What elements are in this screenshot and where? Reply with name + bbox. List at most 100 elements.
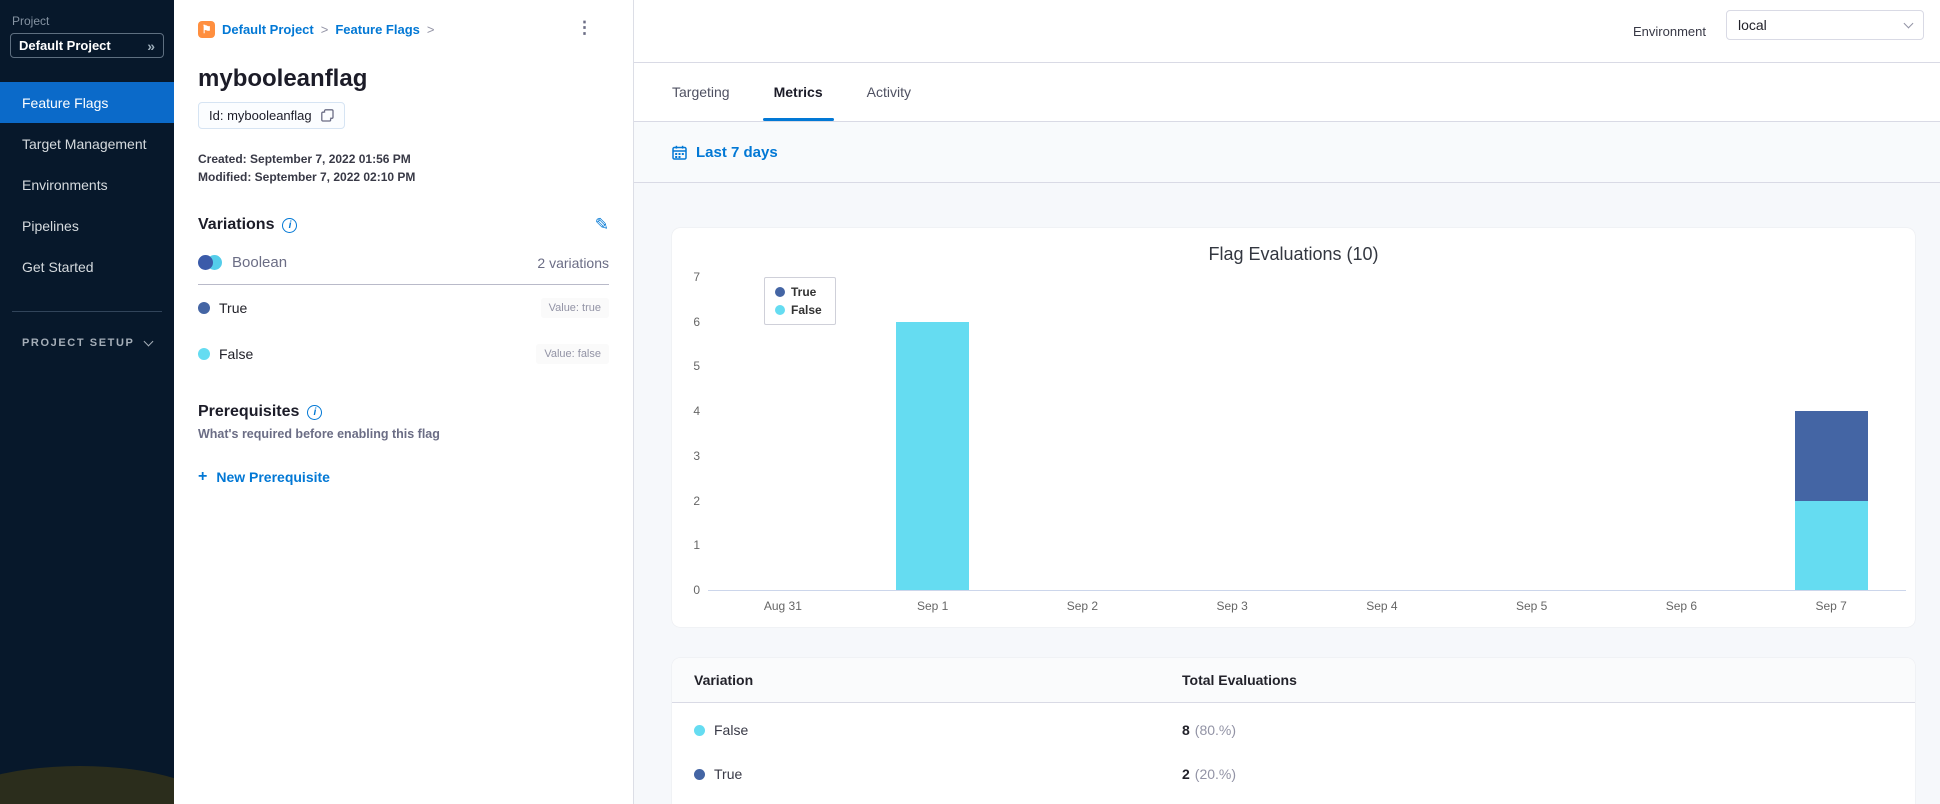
- flag-created-date: Created: September 7, 2022 01:56 PM: [198, 152, 411, 166]
- metrics-panel: Environment local Targeting Metrics Activi…: [634, 0, 1940, 804]
- tab-targeting[interactable]: Targeting: [672, 63, 730, 121]
- bar-segment-true-sep-7[interactable]: [1794, 411, 1868, 501]
- sidebar: Project Default Project » Feature Flags T…: [0, 0, 174, 804]
- y-axis-tick: 5: [693, 359, 700, 374]
- variation-row-false: False Value: false: [198, 331, 609, 377]
- legend-label: False: [791, 303, 822, 317]
- variation-name: True: [714, 766, 743, 782]
- legend-label: True: [791, 285, 817, 299]
- variation-color-dot: [694, 724, 705, 736]
- sidebar-item-get-started[interactable]: Get Started: [0, 246, 174, 287]
- prerequisites-subtitle: What's required before enabling this fla…: [198, 427, 440, 441]
- x-axis-label: Sep 3: [1216, 599, 1248, 613]
- prerequisites-heading: Prerequisites i: [198, 403, 323, 421]
- table-body: False 8 (80.%) True 2 (20.%): [672, 703, 1915, 796]
- x-axis-label: Aug 31: [763, 599, 802, 613]
- boolean-type-icon: [198, 255, 222, 270]
- flag-modified-date: Modified: September 7, 2022 02:10 PM: [198, 170, 416, 184]
- prerequisites-info-icon[interactable]: i: [307, 404, 323, 420]
- x-axis-label: Sep 6: [1665, 599, 1698, 613]
- flag-options-menu-button[interactable]: ⋮: [576, 18, 593, 38]
- environment-label: Environment: [1633, 24, 1706, 39]
- variation-name: True: [219, 300, 248, 316]
- environment-select[interactable]: local: [1726, 10, 1924, 40]
- project-selector[interactable]: Default Project »: [10, 33, 164, 58]
- evaluation-count: 2: [1182, 766, 1190, 782]
- environment-select-value: local: [1738, 17, 1767, 33]
- project-setup-section[interactable]: PROJECT SETUP: [22, 336, 154, 349]
- variation-value-badge: Value: true: [540, 298, 609, 318]
- y-axis-tick: 0: [693, 583, 700, 597]
- y-axis-tick: 1: [693, 538, 700, 553]
- sidebar-nav: Feature Flags Target Management Environmen…: [0, 82, 174, 287]
- flag-tabs: Targeting Metrics Activity: [634, 63, 1940, 122]
- sidebar-item-pipelines[interactable]: Pipelines: [0, 205, 174, 246]
- y-axis-tick: 2: [693, 493, 700, 508]
- environment-header: Environment local: [634, 0, 1940, 63]
- breadcrumb-links: Default Project > Feature Flags >: [222, 22, 434, 37]
- table-cell-variation: False: [672, 722, 1182, 738]
- evaluations-table-card: Variation Total Evaluations False 8 (80.%)…: [672, 658, 1915, 804]
- tab-metrics[interactable]: Metrics: [762, 63, 834, 121]
- variation-color-dot: [198, 302, 210, 314]
- project-label: Project: [12, 14, 50, 28]
- copy-icon[interactable]: [320, 109, 334, 122]
- breadcrumb-separator: >: [426, 22, 435, 37]
- legend-item-false[interactable]: False: [775, 303, 822, 317]
- sidebar-item-environments[interactable]: Environments: [0, 164, 174, 205]
- bar-segment-false-sep-7[interactable]: [1794, 500, 1868, 590]
- y-axis-tick: 6: [693, 314, 700, 329]
- evaluation-percent: (20.%): [1194, 766, 1237, 782]
- table-header-row: Variation Total Evaluations: [672, 658, 1915, 703]
- variation-count: 2 variations: [537, 254, 609, 271]
- chart-legend: True False: [764, 277, 836, 325]
- flag-dates: Created: September 7, 2022 01:56 PM Modi…: [198, 150, 609, 186]
- chevron-down-icon: [143, 336, 154, 346]
- feature-flag-logo-icon: ⚑: [198, 21, 215, 38]
- y-axis-tick: 7: [693, 270, 700, 284]
- flag-id-text: Id: mybooleanflag: [209, 108, 312, 123]
- variation-color-dot: [198, 348, 210, 360]
- x-axis-label: Sep 7: [1815, 599, 1847, 613]
- y-axis-tick: 3: [693, 448, 700, 463]
- breadcrumb-separator: >: [320, 22, 329, 37]
- legend-color-dot: [775, 305, 785, 315]
- evaluation-count: 8: [1182, 722, 1190, 738]
- expand-project-icon[interactable]: »: [147, 38, 155, 54]
- breadcrumb-link-default-project[interactable]: Default Project: [222, 22, 314, 37]
- variation-list: True Value: true False Value: false: [198, 285, 609, 377]
- date-range-selector[interactable]: Last 7 days: [696, 144, 778, 161]
- legend-item-true[interactable]: True: [775, 285, 822, 299]
- table-header-variation: Variation: [694, 672, 754, 688]
- bar-segment-false-sep-1[interactable]: [896, 321, 970, 590]
- project-setup-label: PROJECT SETUP: [22, 337, 135, 349]
- table-cell-total-evaluations: 8 (80.%): [1182, 722, 1915, 738]
- y-axis-tick: 4: [693, 404, 700, 419]
- variation-value-badge: Value: false: [536, 344, 609, 364]
- edit-variations-icon[interactable]: ✎: [595, 215, 609, 235]
- variations-info-icon[interactable]: i: [282, 217, 298, 233]
- evaluation-percent: (80.%): [1194, 722, 1237, 738]
- plus-icon: +: [198, 468, 208, 485]
- chart-title: Flag Evaluations (10): [1208, 244, 1379, 264]
- table-cell-total-evaluations: 2 (20.%): [1182, 766, 1915, 782]
- sidebar-item-feature-flags[interactable]: Feature Flags: [0, 82, 174, 123]
- calendar-icon[interactable]: [672, 145, 687, 160]
- legend-color-dot: [775, 287, 785, 297]
- x-axis-label: Sep 1: [916, 599, 949, 613]
- project-selector-value: Default Project: [19, 38, 111, 53]
- sidebar-item-target-management[interactable]: Target Management: [0, 123, 174, 164]
- table-cell-variation: True: [672, 766, 1182, 782]
- table-row-false: False 8 (80.%): [672, 708, 1915, 752]
- table-header-total-evaluations: Total Evaluations: [1182, 672, 1297, 688]
- variation-row-true: True Value: true: [198, 285, 609, 331]
- flag-title: mybooleanflag: [198, 65, 368, 92]
- breadcrumb-link-feature-flags[interactable]: Feature Flags: [335, 22, 420, 37]
- flag-detail-panel: ⚑ Default Project > Feature Flags > ⋮ myboo…: [174, 0, 634, 804]
- new-prerequisite-button[interactable]: + New Prerequisite: [198, 468, 330, 486]
- flag-evaluations-chart-card: Flag Evaluations (10) True False 0 1 2 3 4 5 6 7…: [672, 228, 1915, 627]
- variation-color-dot: [694, 768, 705, 780]
- variations-heading: Variations i: [198, 216, 298, 234]
- tab-activity[interactable]: Activity: [867, 63, 911, 121]
- variation-name: False: [219, 346, 254, 362]
